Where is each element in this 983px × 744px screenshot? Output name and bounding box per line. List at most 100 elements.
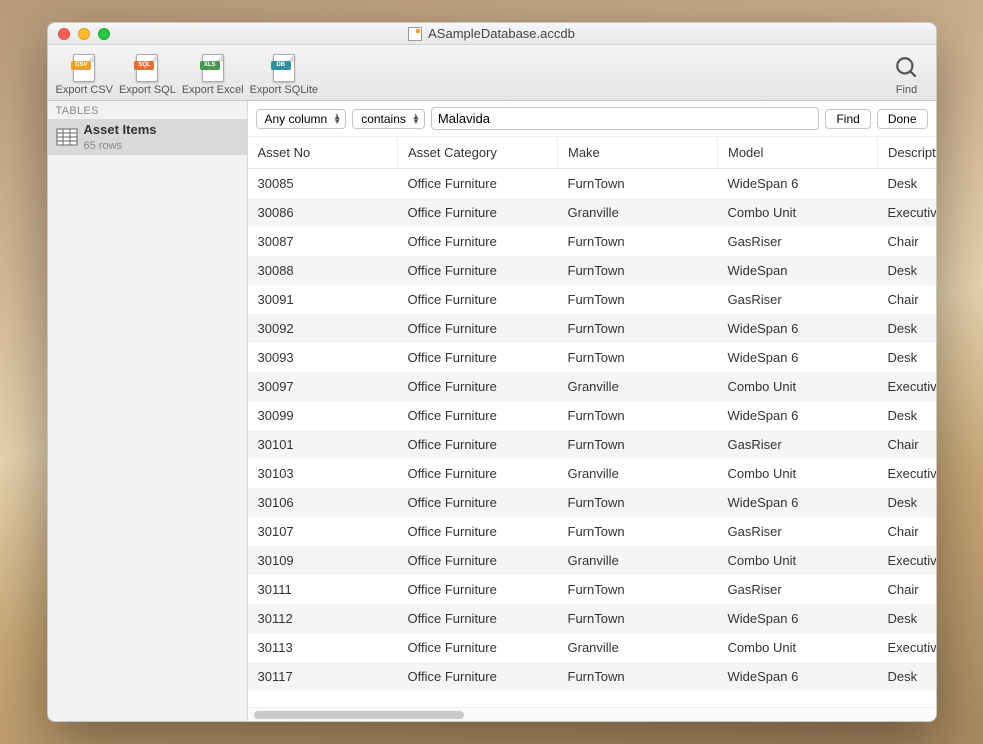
data-table: Asset NoAsset CategoryMakeModelDescripti… xyxy=(248,137,936,691)
toolbar-label: Export SQLite xyxy=(250,84,318,96)
table-cell: GasRiser xyxy=(718,517,878,546)
table-cell: Office Furniture xyxy=(398,285,558,314)
table-cell: Combo Unit xyxy=(718,546,878,575)
table-cell: GasRiser xyxy=(718,575,878,604)
table-row[interactable]: 30101Office FurnitureFurnTownGasRiserCha… xyxy=(248,430,936,459)
toolbar-export-sqlite[interactable]: DBExport SQLite xyxy=(250,52,318,96)
toolbar-label: Export Excel xyxy=(182,84,244,96)
sidebar-item-asset-items[interactable]: Asset Items 65 rows xyxy=(48,119,247,155)
sidebar-item-name: Asset Items xyxy=(84,122,157,137)
table-row[interactable]: 30087Office FurnitureFurnTownGasRiserCha… xyxy=(248,227,936,256)
sidebar-item-text: Asset Items 65 rows xyxy=(84,122,157,152)
main-area: Any column ▲▼ contains ▲▼ Find Done Asse… xyxy=(248,101,936,721)
table-cell: Office Furniture xyxy=(398,488,558,517)
table-cell: Granville xyxy=(558,633,718,662)
horizontal-scrollbar[interactable] xyxy=(248,707,936,721)
table-row[interactable]: 30093Office FurnitureFurnTownWideSpan 6D… xyxy=(248,343,936,372)
table-cell: 30101 xyxy=(248,430,398,459)
toolbar-export-csv[interactable]: CSVExport CSV xyxy=(56,52,113,96)
file-icon: XLS xyxy=(198,52,228,84)
table-cell: 30112 xyxy=(248,604,398,633)
column-header[interactable]: Asset No xyxy=(248,137,398,169)
table-icon xyxy=(56,128,78,146)
table-cell: Chair xyxy=(878,430,936,459)
table-cell: 30117 xyxy=(248,662,398,691)
table-row[interactable]: 30097Office FurnitureGranvilleCombo Unit… xyxy=(248,372,936,401)
table-cell: GasRiser xyxy=(718,227,878,256)
toolbar-label: Export CSV xyxy=(56,84,113,96)
search-input[interactable] xyxy=(431,107,820,130)
magnifier-icon xyxy=(892,52,922,84)
table-row[interactable]: 30107Office FurnitureFurnTownGasRiserCha… xyxy=(248,517,936,546)
done-button[interactable]: Done xyxy=(877,109,928,129)
table-cell: 30085 xyxy=(248,169,398,199)
column-header[interactable]: Asset Category xyxy=(398,137,558,169)
toolbar-export-sql[interactable]: SQLExport SQL xyxy=(119,52,176,96)
table-cell: Executive xyxy=(878,546,936,575)
table-cell: FurnTown xyxy=(558,604,718,633)
table-cell: FurnTown xyxy=(558,401,718,430)
table-cell: 30103 xyxy=(248,459,398,488)
table-row[interactable]: 30103Office FurnitureGranvilleCombo Unit… xyxy=(248,459,936,488)
table-cell: Granville xyxy=(558,459,718,488)
table-row[interactable]: 30112Office FurnitureFurnTownWideSpan 6D… xyxy=(248,604,936,633)
table-cell: Combo Unit xyxy=(718,198,878,227)
match-select-value: contains xyxy=(361,112,406,126)
close-window-button[interactable] xyxy=(58,28,70,40)
column-select[interactable]: Any column ▲▼ xyxy=(256,109,347,129)
titlebar[interactable]: ASampleDatabase.accdb xyxy=(48,23,936,45)
table-row[interactable]: 30117Office FurnitureFurnTownWideSpan 6D… xyxy=(248,662,936,691)
table-cell: WideSpan 6 xyxy=(718,343,878,372)
window-title: ASampleDatabase.accdb xyxy=(428,26,575,41)
toolbar-label: Export SQL xyxy=(119,84,176,96)
table-cell: FurnTown xyxy=(558,227,718,256)
table-row[interactable]: 30085Office FurnitureFurnTownWideSpan 6D… xyxy=(248,169,936,199)
file-icon: DB xyxy=(269,52,299,84)
data-grid[interactable]: Asset NoAsset CategoryMakeModelDescripti… xyxy=(248,137,936,707)
table-cell: Desk xyxy=(878,256,936,285)
maximize-window-button[interactable] xyxy=(98,28,110,40)
table-cell: FurnTown xyxy=(558,169,718,199)
table-row[interactable]: 30106Office FurnitureFurnTownWideSpan 6D… xyxy=(248,488,936,517)
find-toolbar-button[interactable]: Find xyxy=(892,52,922,96)
find-toolbar-label: Find xyxy=(896,84,917,96)
table-row[interactable]: 30113Office FurnitureGranvilleCombo Unit… xyxy=(248,633,936,662)
table-cell: FurnTown xyxy=(558,517,718,546)
table-cell: WideSpan 6 xyxy=(718,604,878,633)
column-header[interactable]: Model xyxy=(718,137,878,169)
table-cell: Desk xyxy=(878,488,936,517)
table-cell: WideSpan 6 xyxy=(718,488,878,517)
table-cell: WideSpan 6 xyxy=(718,314,878,343)
table-cell: WideSpan 6 xyxy=(718,169,878,199)
filter-bar: Any column ▲▼ contains ▲▼ Find Done xyxy=(248,101,936,137)
match-select[interactable]: contains ▲▼ xyxy=(352,109,425,129)
column-header[interactable]: Description xyxy=(878,137,936,169)
table-row[interactable]: 30109Office FurnitureGranvilleCombo Unit… xyxy=(248,546,936,575)
find-button[interactable]: Find xyxy=(825,109,870,129)
table-cell: Desk xyxy=(878,343,936,372)
table-cell: Combo Unit xyxy=(718,372,878,401)
table-cell: Chair xyxy=(878,285,936,314)
table-cell: 30093 xyxy=(248,343,398,372)
app-window: ASampleDatabase.accdb CSVExport CSVSQLEx… xyxy=(47,22,937,722)
column-header[interactable]: Make xyxy=(558,137,718,169)
table-row[interactable]: 30086Office FurnitureGranvilleCombo Unit… xyxy=(248,198,936,227)
table-cell: Office Furniture xyxy=(398,198,558,227)
table-row[interactable]: 30088Office FurnitureFurnTownWideSpanDes… xyxy=(248,256,936,285)
table-row[interactable]: 30099Office FurnitureFurnTownWideSpan 6D… xyxy=(248,401,936,430)
file-icon: SQL xyxy=(132,52,162,84)
table-cell: Office Furniture xyxy=(398,256,558,285)
minimize-window-button[interactable] xyxy=(78,28,90,40)
table-cell: FurnTown xyxy=(558,575,718,604)
table-cell: Office Furniture xyxy=(398,459,558,488)
table-cell: GasRiser xyxy=(718,430,878,459)
toolbar: CSVExport CSVSQLExport SQLXLSExport Exce… xyxy=(48,45,936,101)
table-row[interactable]: 30091Office FurnitureFurnTownGasRiserCha… xyxy=(248,285,936,314)
table-row[interactable]: 30092Office FurnitureFurnTownWideSpan 6D… xyxy=(248,314,936,343)
toolbar-export-excel[interactable]: XLSExport Excel xyxy=(182,52,244,96)
table-cell: Office Furniture xyxy=(398,575,558,604)
table-row[interactable]: 30111Office FurnitureFurnTownGasRiserCha… xyxy=(248,575,936,604)
horizontal-scroll-thumb[interactable] xyxy=(254,711,464,719)
table-cell: Chair xyxy=(878,575,936,604)
sidebar: TABLES Asset Items 65 rows xyxy=(48,101,248,721)
